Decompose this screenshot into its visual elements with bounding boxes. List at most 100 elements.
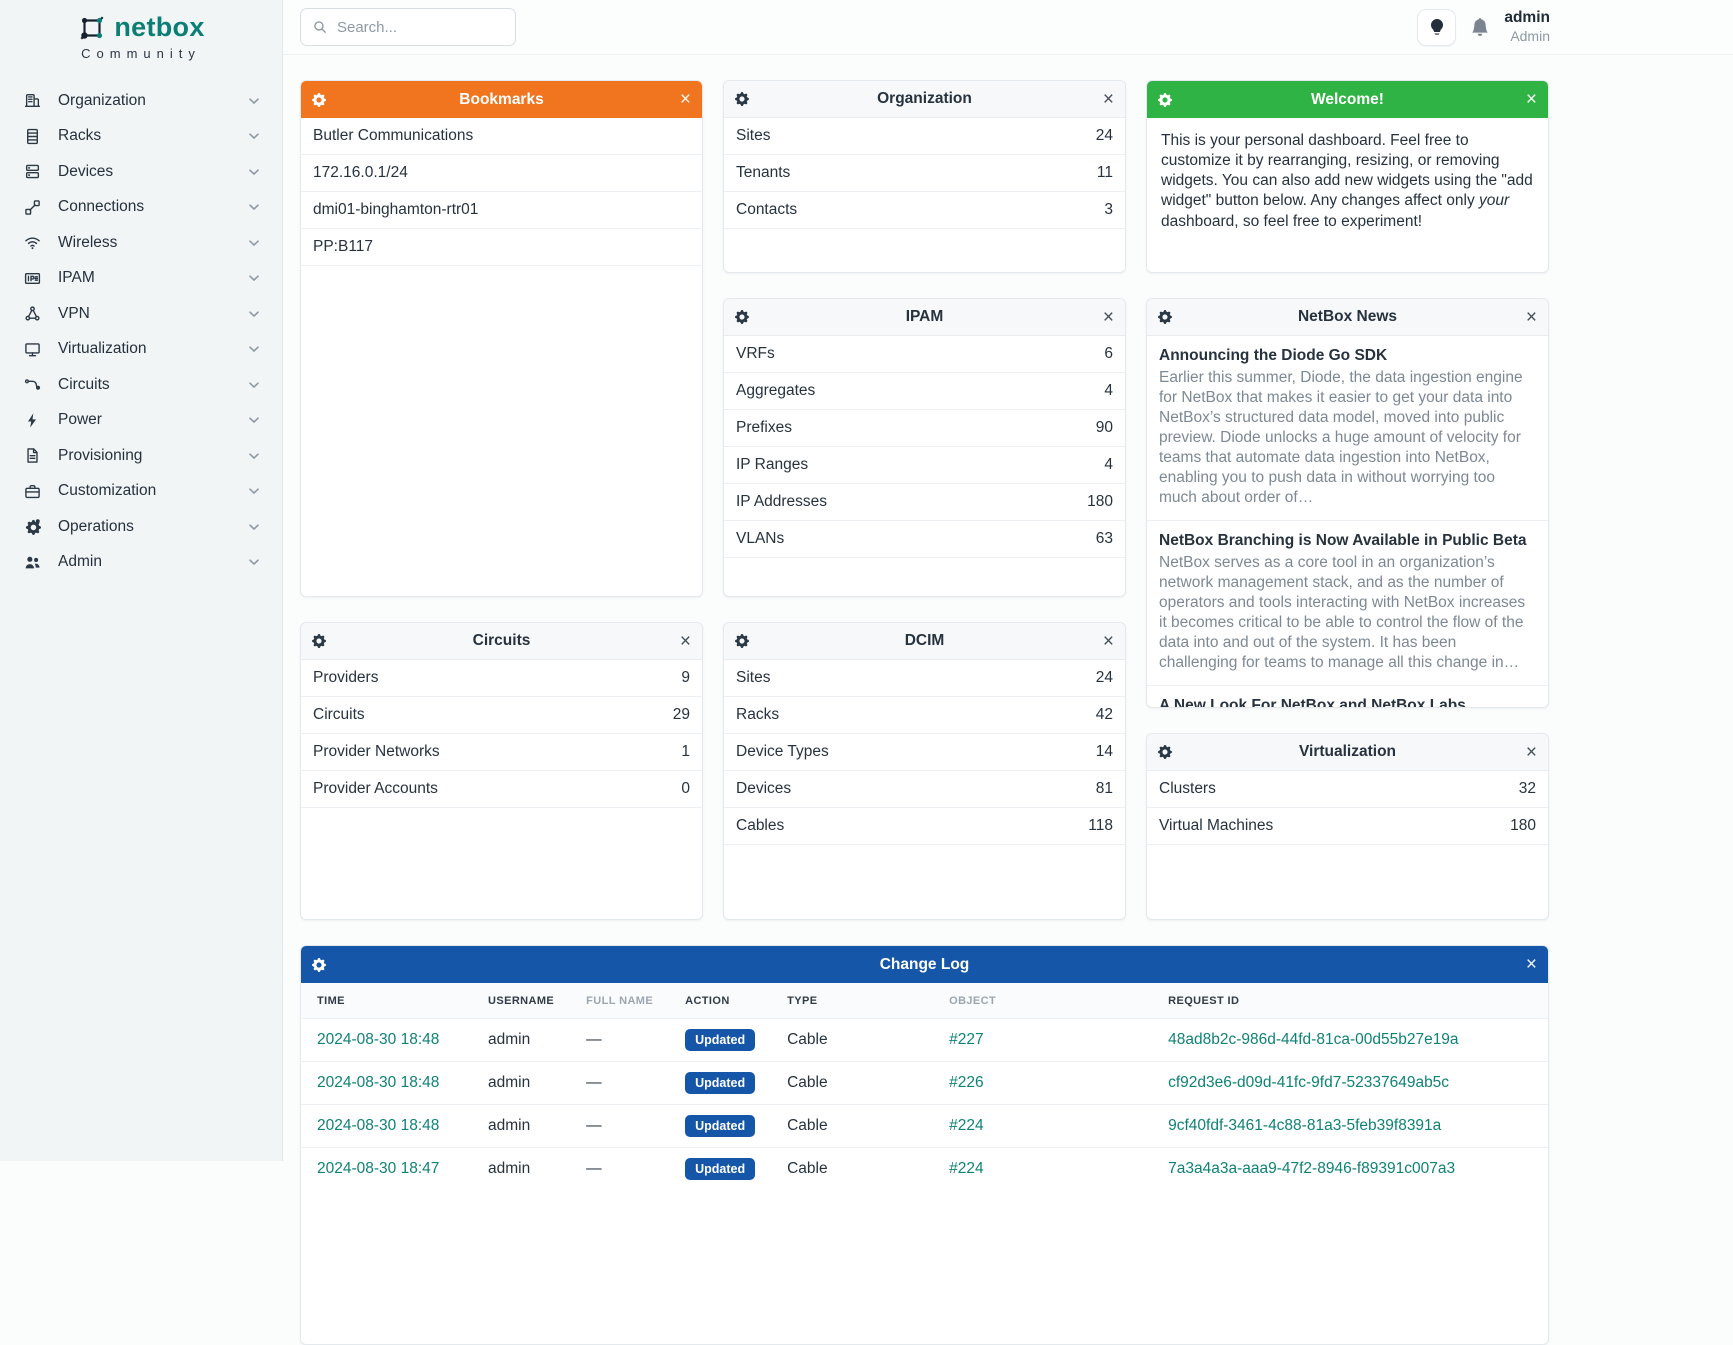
sidebar-item-organization[interactable]: Organization bbox=[0, 83, 282, 119]
stat-label-link[interactable]: Virtual Machines bbox=[1159, 817, 1273, 835]
sidebar-item-provisioning[interactable]: Provisioning bbox=[0, 438, 282, 474]
sidebar-item-power[interactable]: Power bbox=[0, 403, 282, 439]
close-icon[interactable]: × bbox=[1103, 632, 1114, 651]
gear-icon[interactable] bbox=[1158, 745, 1172, 759]
news-headline-link[interactable]: A New Look For NetBox and NetBox Labs bbox=[1159, 697, 1536, 708]
stat-label-link[interactable]: IP Addresses bbox=[736, 493, 827, 511]
stat-value-link[interactable]: 0 bbox=[681, 780, 690, 798]
gear-icon[interactable] bbox=[312, 634, 326, 648]
brand-logo[interactable]: netbox Community bbox=[0, 0, 282, 61]
stat-value-link[interactable]: 9 bbox=[681, 669, 690, 687]
sidebar-item-admin[interactable]: Admin bbox=[0, 545, 282, 581]
news-headline-link[interactable]: NetBox Branching is Now Available in Pub… bbox=[1159, 532, 1536, 550]
stat-label-link[interactable]: IP Ranges bbox=[736, 456, 808, 474]
stat-value-link[interactable]: 32 bbox=[1519, 780, 1536, 798]
column-header[interactable]: ACTION bbox=[669, 983, 771, 1019]
stat-value-link[interactable]: 24 bbox=[1096, 669, 1113, 687]
gear-icon[interactable] bbox=[735, 92, 749, 106]
stat-label-link[interactable]: Providers bbox=[313, 669, 378, 687]
sidebar-item-ipam[interactable]: IPAM bbox=[0, 261, 282, 297]
sidebar-item-wireless[interactable]: Wireless bbox=[0, 225, 282, 261]
stat-label-link[interactable]: Tenants bbox=[736, 164, 790, 182]
news-headline-link[interactable]: Announcing the Diode Go SDK bbox=[1159, 347, 1536, 365]
changelog-time-link[interactable]: 2024-08-30 18:48 bbox=[317, 1031, 439, 1048]
stat-value-link[interactable]: 180 bbox=[1087, 493, 1113, 511]
stat-value-link[interactable]: 63 bbox=[1096, 530, 1113, 548]
gear-icon[interactable] bbox=[1158, 93, 1172, 107]
stat-label-link[interactable]: Devices bbox=[736, 780, 791, 798]
bookmark-link[interactable]: 172.16.0.1/24 bbox=[313, 164, 408, 181]
stat-label-link[interactable]: Provider Networks bbox=[313, 743, 440, 761]
stat-label-link[interactable]: Racks bbox=[736, 706, 779, 724]
notifications-bell-icon[interactable] bbox=[1471, 18, 1489, 36]
stat-value-link[interactable]: 4 bbox=[1104, 382, 1113, 400]
stat-label-link[interactable]: Sites bbox=[736, 127, 770, 145]
changelog-time-link[interactable]: 2024-08-30 18:48 bbox=[317, 1117, 439, 1134]
gear-icon[interactable] bbox=[735, 310, 749, 324]
sidebar-item-connections[interactable]: Connections bbox=[0, 190, 282, 226]
stat-value-link[interactable]: 14 bbox=[1096, 743, 1113, 761]
search-input[interactable] bbox=[337, 19, 503, 36]
bookmark-link[interactable]: PP:B117 bbox=[313, 238, 373, 255]
stat-label-link[interactable]: Provider Accounts bbox=[313, 780, 438, 798]
stat-label-link[interactable]: Contacts bbox=[736, 201, 797, 219]
changelog-request-link[interactable]: cf92d3e6-d09d-41fc-9fd7-52337649ab5c bbox=[1168, 1074, 1449, 1091]
stat-label-link[interactable]: Device Types bbox=[736, 743, 829, 761]
theme-toggle-button[interactable] bbox=[1417, 9, 1456, 46]
stat-label-link[interactable]: Cables bbox=[736, 817, 784, 835]
close-icon[interactable]: × bbox=[1526, 955, 1537, 974]
close-icon[interactable]: × bbox=[680, 632, 691, 651]
close-icon[interactable]: × bbox=[680, 90, 691, 109]
bookmark-link[interactable]: dmi01-binghamton-rtr01 bbox=[313, 201, 478, 218]
stat-label-link[interactable]: Prefixes bbox=[736, 419, 792, 437]
stat-value-link[interactable]: 118 bbox=[1088, 817, 1113, 835]
stat-label-link[interactable]: Clusters bbox=[1159, 780, 1216, 798]
close-icon[interactable]: × bbox=[1526, 743, 1537, 762]
stat-value-link[interactable]: 29 bbox=[673, 706, 690, 724]
sidebar-item-devices[interactable]: Devices bbox=[0, 154, 282, 190]
column-header[interactable]: TYPE bbox=[771, 983, 933, 1019]
close-icon[interactable]: × bbox=[1103, 90, 1114, 109]
stat-value-link[interactable]: 3 bbox=[1104, 201, 1113, 219]
changelog-time-link[interactable]: 2024-08-30 18:48 bbox=[317, 1074, 439, 1091]
changelog-object-link[interactable]: #226 bbox=[949, 1074, 983, 1091]
sidebar-item-virtualization[interactable]: Virtualization bbox=[0, 332, 282, 368]
gear-icon[interactable] bbox=[735, 634, 749, 648]
stat-label-link[interactable]: Aggregates bbox=[736, 382, 815, 400]
gear-icon[interactable] bbox=[1158, 310, 1172, 324]
stat-label-link[interactable]: Sites bbox=[736, 669, 770, 687]
changelog-request-link[interactable]: 7a3a4a3a-aaa9-47f2-8946-f89391c007a3 bbox=[1168, 1160, 1455, 1177]
changelog-object-link[interactable]: #224 bbox=[949, 1117, 983, 1134]
sidebar-item-operations[interactable]: Operations bbox=[0, 509, 282, 545]
sidebar-item-customization[interactable]: Customization bbox=[0, 474, 282, 510]
close-icon[interactable]: × bbox=[1526, 308, 1537, 327]
stat-value-link[interactable]: 90 bbox=[1096, 419, 1113, 437]
gear-icon[interactable] bbox=[312, 958, 326, 972]
sidebar-item-vpn[interactable]: VPN bbox=[0, 296, 282, 332]
stat-value-link[interactable]: 1 bbox=[681, 743, 690, 761]
column-header[interactable]: USERNAME bbox=[472, 983, 570, 1019]
stat-value-link[interactable]: 42 bbox=[1096, 706, 1113, 724]
sidebar-item-circuits[interactable]: Circuits bbox=[0, 367, 282, 403]
gear-icon[interactable] bbox=[312, 93, 326, 107]
bookmark-link[interactable]: Butler Communications bbox=[313, 127, 473, 144]
close-icon[interactable]: × bbox=[1526, 90, 1537, 109]
changelog-object-link[interactable]: #227 bbox=[949, 1031, 983, 1048]
stat-value-link[interactable]: 6 bbox=[1104, 345, 1113, 363]
stat-value-link[interactable]: 11 bbox=[1097, 164, 1113, 182]
stat-label-link[interactable]: VRFs bbox=[736, 345, 775, 363]
column-header[interactable]: OBJECT bbox=[933, 983, 1152, 1019]
user-menu[interactable]: admin Admin bbox=[1504, 9, 1550, 44]
column-header[interactable]: TIME bbox=[301, 983, 472, 1019]
stat-label-link[interactable]: VLANs bbox=[736, 530, 784, 548]
changelog-request-link[interactable]: 9cf40fdf-3461-4c88-81a3-5feb39f8391a bbox=[1168, 1117, 1441, 1134]
changelog-time-link[interactable]: 2024-08-30 18:47 bbox=[317, 1160, 439, 1177]
search-box[interactable] bbox=[300, 8, 516, 46]
changelog-request-link[interactable]: 48ad8b2c-986d-44fd-81ca-00d55b27e19a bbox=[1168, 1031, 1458, 1048]
changelog-object-link[interactable]: #224 bbox=[949, 1160, 983, 1177]
column-header[interactable]: REQUEST ID bbox=[1152, 983, 1548, 1019]
stat-value-link[interactable]: 24 bbox=[1096, 127, 1113, 145]
column-header[interactable]: FULL NAME bbox=[570, 983, 669, 1019]
sidebar-item-racks[interactable]: Racks bbox=[0, 119, 282, 155]
stat-value-link[interactable]: 4 bbox=[1104, 456, 1113, 474]
